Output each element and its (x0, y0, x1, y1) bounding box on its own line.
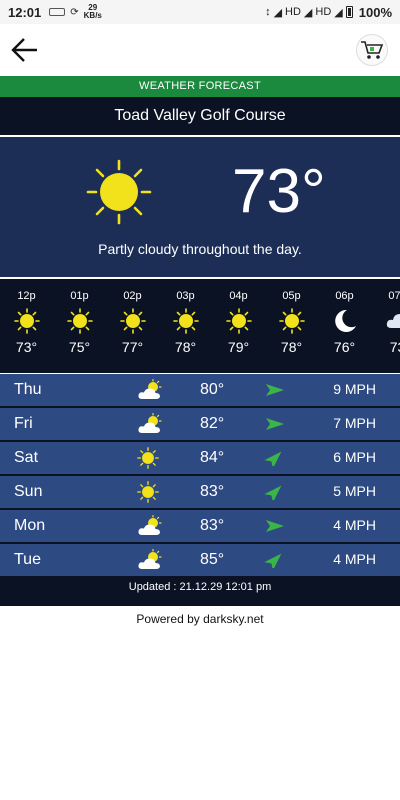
wind-speed: 4 MPH (333, 551, 376, 567)
powered-by-link[interactable]: Powered by darksky.net (0, 612, 400, 626)
location-title: Toad Valley Golf Course (0, 97, 400, 135)
hour-item: 02p 77° (106, 279, 159, 373)
hourly-forecast[interactable]: 12p 73° 01p 75° 02p 77° 03p 78° 04p 79° 05p 78° 06p 7… (0, 279, 400, 373)
forecast-banner: WEATHER FORECAST (0, 76, 400, 97)
cart-button[interactable] (356, 34, 388, 66)
cart-icon (361, 41, 384, 59)
hour-time: 02p (123, 290, 142, 302)
arrow-left-icon (11, 38, 37, 62)
current-temperature: 73° (232, 157, 326, 226)
hour-item: 05p 78° (265, 279, 318, 373)
sun-icon (86, 159, 152, 225)
network-label-1: HD (285, 6, 301, 18)
day-name: Sat (14, 449, 39, 466)
hour-temperature: 73 (389, 339, 400, 355)
signal-icon-1: ◢ (273, 6, 283, 19)
day-name: Tue (14, 551, 41, 568)
updated-text: Updated : 21.12.29 12:01 pm (128, 581, 272, 593)
day-temperature: 85° (200, 551, 225, 568)
partly-cloudy-icon (137, 412, 163, 435)
battery-icon (345, 6, 353, 18)
wind-direction-icon (264, 450, 286, 469)
network-speed: 29 KB/s (84, 4, 102, 20)
day-row[interactable]: Sun 83° 5 MPH (0, 476, 400, 508)
day-name: Mon (14, 517, 46, 534)
network-speed-unit: KB/s (83, 11, 102, 20)
current-conditions: 73° Partly cloudy throughout the day. (0, 137, 400, 277)
day-temperature: 83° (200, 483, 225, 500)
day-row[interactable]: Thu 80° 9 MPH (0, 374, 400, 406)
wind-speed: 4 MPH (333, 517, 376, 533)
hour-time: 05p (282, 290, 301, 302)
day-row[interactable]: Mon 83° 4 MPH (0, 510, 400, 542)
hour-item: 04p 79° (212, 279, 265, 373)
cloud-icon (385, 308, 400, 334)
wind-direction-icon (264, 518, 286, 534)
day-row[interactable]: Sat 84° 6 MPH (0, 442, 400, 474)
partly-cloudy-icon (137, 548, 163, 571)
day-temperature: 83° (200, 517, 225, 534)
notification-icon (49, 8, 66, 16)
daily-forecast: Updated : 21.12.29 12:01 pm Thu 80° 9 MPH F… (0, 374, 400, 606)
sun-icon (120, 308, 146, 334)
sun-icon (226, 308, 252, 334)
hour-temperature: 76° (333, 339, 356, 355)
day-name: Sun (14, 483, 43, 500)
battery-percent: 100% (358, 4, 392, 20)
wind-speed: 9 MPH (333, 381, 376, 397)
hour-item: 01p 75° (53, 279, 106, 373)
hour-temperature: 79° (227, 339, 250, 355)
sun-icon (173, 308, 199, 334)
hour-temperature: 77° (121, 339, 144, 355)
sun-icon (137, 481, 163, 503)
sync-icon: ⟳ (70, 6, 79, 18)
hour-item: 12p 73° (0, 279, 53, 373)
sun-icon (14, 308, 40, 334)
day-row[interactable]: Fri 82° 7 MPH (0, 408, 400, 440)
wind-speed: 6 MPH (333, 449, 376, 465)
wind-direction-icon (264, 416, 286, 432)
day-temperature: 82° (200, 415, 225, 432)
hour-time: 12p (17, 290, 36, 302)
wind-direction-icon (264, 382, 286, 398)
sun-icon (67, 308, 93, 334)
signal-icon-3: ◢ (334, 6, 343, 19)
day-name: Fri (14, 415, 33, 432)
sun-icon (137, 447, 163, 469)
status-time: 12:01 (8, 4, 42, 20)
hour-temperature: 78° (174, 339, 197, 355)
wind-speed: 7 MPH (333, 415, 376, 431)
network-label-2: HD (315, 6, 332, 18)
hour-item: 07p 73 (371, 279, 400, 373)
hour-time: 01p (70, 290, 89, 302)
status-bar: 12:01 ⟳ 29 KB/s ↕ ◢ HD ◢ HD ◢ 100% (0, 0, 400, 24)
wind-direction-icon (264, 484, 286, 503)
partly-cloudy-icon (137, 514, 163, 537)
vibrate-icon: ↕ (265, 6, 271, 18)
wind-direction-icon (264, 552, 286, 571)
weather-screen: 12:01 ⟳ 29 KB/s ↕ ◢ HD ◢ HD ◢ 100% WEATH… (0, 0, 400, 800)
moon-icon (332, 308, 358, 334)
day-temperature: 80° (200, 381, 225, 398)
hour-time: 03p (176, 290, 195, 302)
day-name: Thu (14, 381, 42, 398)
hour-item: 06p 76° (318, 279, 371, 373)
hour-temperature: 78° (280, 339, 303, 355)
app-bar (0, 24, 400, 76)
back-button[interactable] (10, 36, 40, 64)
hour-temperature: 73° (15, 339, 38, 355)
hour-temperature: 75° (68, 339, 91, 355)
day-temperature: 84° (200, 449, 225, 466)
sun-icon (279, 308, 305, 334)
current-summary: Partly cloudy throughout the day. (98, 241, 302, 257)
signal-icon-2: ◢ (303, 6, 313, 19)
hour-item: 03p 78° (159, 279, 212, 373)
hour-time: 07p (388, 290, 400, 302)
day-row[interactable]: Tue 85° 4 MPH (0, 544, 400, 576)
partly-cloudy-icon (137, 378, 163, 401)
hour-time: 06p (335, 290, 354, 302)
status-right: ↕ ◢ HD ◢ HD ◢ 100% (262, 5, 392, 20)
wind-speed: 5 MPH (333, 483, 376, 499)
hour-time: 04p (229, 290, 248, 302)
